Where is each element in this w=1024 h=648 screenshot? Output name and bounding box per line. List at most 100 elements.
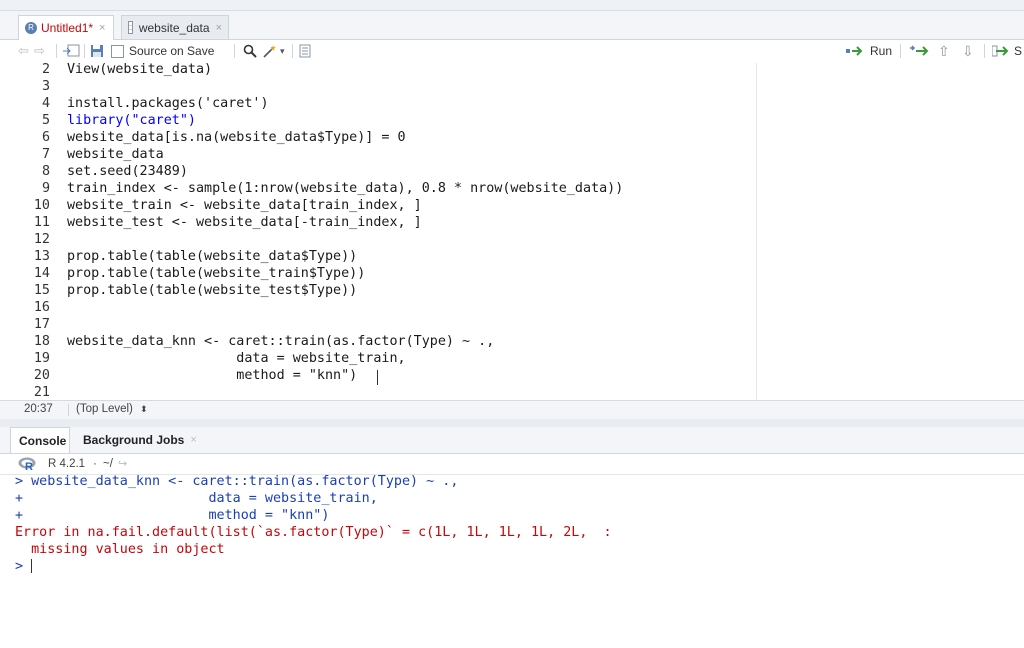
checkbox-icon[interactable] [111,44,124,58]
continuation-symbol: + [15,491,24,506]
tab-label: website_data [138,20,210,35]
run-arrow-icon [846,46,863,56]
code-line[interactable]: data = website_train, [67,350,405,367]
line-number: 9 [41,181,50,196]
divider [234,44,235,58]
text-cursor [31,559,33,573]
tab-console[interactable]: Console [10,427,70,453]
console-prompt-line[interactable]: > [15,558,33,575]
code-line[interactable]: website_data[is.na(website_data$Type)] =… [67,129,406,146]
code-line[interactable]: prop.table(table(website_data$Type)) [67,248,357,265]
line-number: 21 [33,385,50,400]
code-line[interactable]: train_index <- sample(1:nrow(website_dat… [67,180,623,197]
cursor-position: 20:37 [24,403,53,415]
console-text: method = "knn") [23,508,330,523]
divider [900,44,901,58]
tab-label: Untitled1* [41,21,94,35]
editor-tab-bar: R Untitled1* × website_data × [0,11,1024,40]
window-top-strip [0,0,1024,11]
close-icon[interactable]: × [216,22,222,34]
show-in-window-icon[interactable] [62,43,80,59]
line-number: 8 [41,164,50,179]
code-editor[interactable]: 2 3 4 5 6 7 8 9 10 11 12 13 14 15 16 17 … [0,61,1024,400]
line-number: 5 [41,113,50,128]
code-line[interactable]: website_data_knn <- caret::train(as.fact… [67,333,494,350]
line-number: 2 [41,62,50,77]
r-file-icon: R [25,22,37,34]
divider [984,44,985,58]
console-tab-bar: Console Background Jobs × [0,427,1024,454]
prompt-symbol: > [15,474,24,489]
line-number: 12 [33,232,50,247]
code-line[interactable]: View(website_data) [67,61,212,78]
magic-wand-icon[interactable] [262,43,278,59]
save-icon[interactable] [90,43,104,59]
chevron-down-icon[interactable]: ▾ [280,43,285,59]
line-number: 13 [33,249,50,264]
tab-label: Background Jobs [83,433,185,447]
error-line: missing values in object [15,542,225,557]
back-arrow-icon[interactable]: ⇦ [18,43,29,59]
run-label: Run [870,44,893,58]
tab-background-jobs[interactable]: Background Jobs × [75,427,205,453]
code-line[interactable]: prop.table(table(website_test$Type)) [67,282,357,299]
arrow-up-icon[interactable]: ⇧ [938,43,950,59]
line-number: 20 [33,368,50,383]
svg-text:R: R [25,461,33,471]
code-line[interactable]: prop.table(table(website_train$Type)) [67,265,365,282]
console-line: > website_data_knn <- caret::train(as.fa… [15,473,458,490]
console-output[interactable]: > website_data_knn <- caret::train(as.fa… [8,473,1024,648]
close-icon[interactable]: × [99,22,105,34]
source-arrow-icon [992,45,1009,57]
r-logo-icon: R [18,457,38,473]
forward-arrow-icon[interactable]: ⇨ [34,43,45,59]
document-outline-icon[interactable] [298,43,312,59]
code-line[interactable]: method = "knn") [67,367,357,384]
r-version: R 4.2.1 [48,458,86,470]
code-line[interactable]: website_test <- website_data[-train_inde… [67,214,422,231]
chevron-updown-icon: ⬍ [140,404,148,414]
search-icon[interactable] [243,43,257,59]
tab-untitled1[interactable]: R Untitled1* × [18,15,114,40]
line-number: 4 [41,96,50,111]
divider [56,44,57,58]
r-version-bar: R R 4.2.1 · ~/ ↪ [0,454,1024,475]
scope-label: (Top Level) [76,403,133,415]
divider [292,44,293,58]
print-margin-line [756,63,757,400]
prompt-symbol: > [15,559,24,574]
close-icon[interactable]: × [190,434,196,446]
scope-selector[interactable]: (Top Level) ⬍ [76,403,148,415]
divider [84,44,85,58]
source-on-save-toggle[interactable]: Source on Save [111,43,214,59]
source-on-save-label: Source on Save [129,44,215,58]
source-button[interactable]: S [992,43,1022,59]
code-line[interactable]: library("caret") [67,112,196,129]
console-text: website_data_knn <- caret::train(as.fact… [31,474,459,489]
run-button[interactable]: Run [846,43,892,59]
code-line[interactable]: website_train <- website_data[train_inde… [67,197,422,214]
source-label: S [1014,44,1023,58]
error-line: Error in na.fail.default(list(`as.factor… [15,525,612,540]
rerun-icon[interactable] [908,43,930,59]
tab-website-data[interactable]: website_data × [121,15,229,39]
line-number-gutter: 2 3 4 5 6 7 8 9 10 11 12 13 14 15 16 17 … [0,62,60,400]
pane-splitter[interactable] [0,419,1024,427]
arrow-down-icon[interactable]: ⇩ [962,43,974,59]
code-line[interactable]: website_data [67,146,164,163]
code-line[interactable]: set.seed(23489) [67,163,188,180]
console-line: + data = website_train, [15,490,378,507]
go-to-directory-icon[interactable]: ↪ [118,457,127,470]
line-number: 10 [33,198,50,213]
line-number: 7 [41,147,50,162]
continuation-symbol: + [15,508,24,523]
console-line: + method = "knn") [15,507,329,524]
text-cursor [377,370,378,385]
table-icon [128,21,133,34]
line-number: 3 [41,79,50,94]
divider [68,404,69,416]
code-line[interactable]: install.packages('caret') [67,95,269,112]
separator-dot: · [93,458,97,470]
working-directory[interactable]: ~/ [103,458,113,470]
tab-label: Console [19,433,67,448]
